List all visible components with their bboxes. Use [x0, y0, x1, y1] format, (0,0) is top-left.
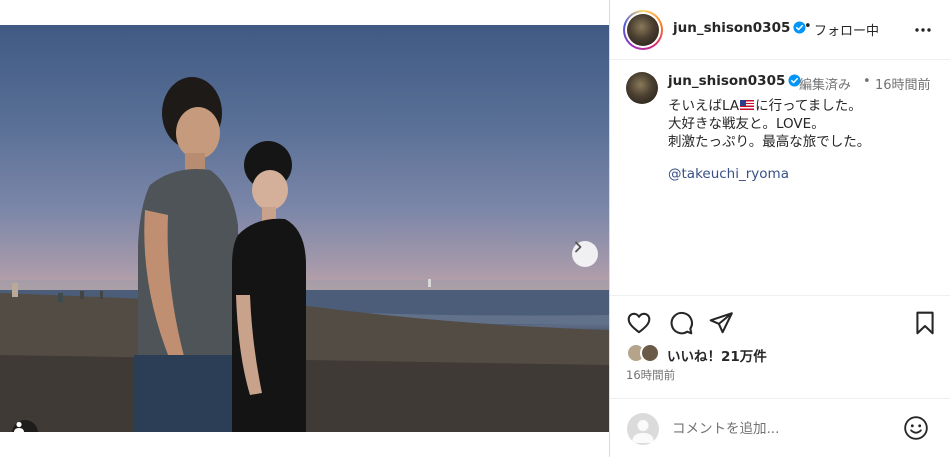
user-tag-icon — [14, 421, 24, 432]
header-username[interactable]: jun_shison0305 — [673, 20, 806, 36]
heart-icon[interactable] — [626, 310, 652, 336]
post-timestamp[interactable]: 16時間前 — [626, 367, 675, 383]
avatar — [627, 14, 659, 46]
liker-avatar[interactable] — [640, 343, 660, 363]
avatar-inner — [625, 12, 661, 48]
bookmark-icon[interactable] — [912, 310, 938, 336]
mention-link[interactable]: @takeuchi_ryoma — [668, 166, 789, 182]
comment-bubble-icon[interactable] — [668, 310, 694, 336]
next-slide-button[interactable] — [572, 241, 598, 267]
edited-label: 編集済み — [799, 78, 852, 93]
post-photo[interactable] — [0, 25, 609, 432]
photo-scene — [0, 77, 609, 432]
header-separator: • — [804, 19, 812, 34]
caption-line-2: 大好きな戦友と。LOVE。 — [668, 116, 825, 132]
following-button[interactable]: フォロー中 — [814, 20, 879, 39]
us-flag-emoji — [740, 100, 755, 110]
caption-username-text[interactable]: jun_shison0305 — [668, 73, 785, 89]
more-options-icon[interactable] — [913, 22, 933, 38]
caption-line-3: 刺激たっぷり。最高な旅でした。 — [668, 134, 871, 150]
post-side-panel: jun_shison0305 • フォロー中 jun_shison0305 編集… — [609, 0, 950, 457]
caption-time[interactable]: 16時間前 — [875, 74, 931, 93]
caption-avatar[interactable] — [626, 72, 658, 104]
instagram-post-view: jun_shison0305 • フォロー中 jun_shison0305 編集… — [0, 0, 950, 457]
caption-line-1: そいえばLA に行ってました。 — [668, 94, 862, 114]
emoji-smile-icon[interactable] — [903, 415, 929, 441]
default-avatar-icon — [632, 420, 654, 443]
actions-divider — [610, 295, 950, 296]
current-user-avatar — [627, 413, 659, 445]
header-username-text[interactable]: jun_shison0305 — [673, 20, 790, 36]
paper-plane-icon[interactable] — [708, 310, 734, 336]
likes-count[interactable]: いいね！21万件 — [667, 345, 767, 365]
author-avatar-story-ring[interactable] — [623, 10, 663, 50]
media-area — [0, 0, 609, 457]
caption-username[interactable]: jun_shison0305 — [668, 73, 801, 89]
time-separator: • — [863, 74, 871, 89]
comment-input[interactable] — [672, 419, 892, 439]
chevron-right-icon — [575, 241, 582, 253]
